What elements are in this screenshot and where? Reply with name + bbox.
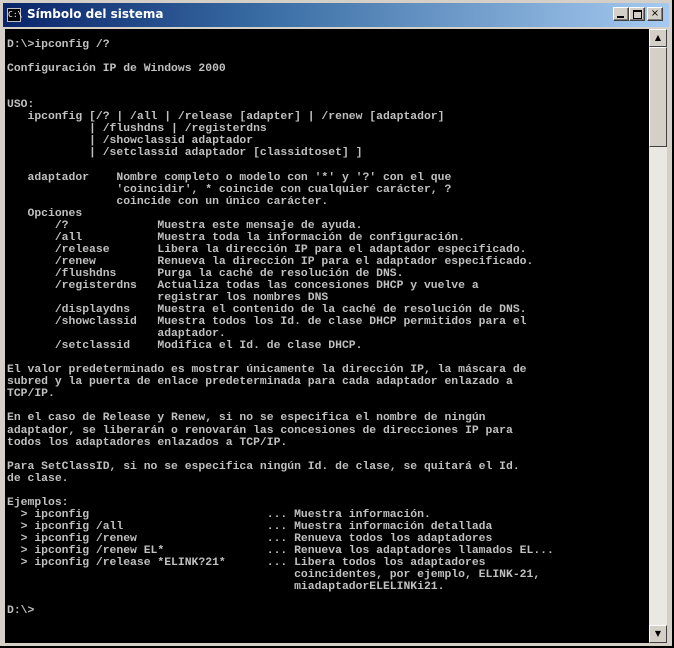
console-line: coincide con un único carácter. bbox=[7, 195, 329, 208]
console-line: Para SetClassID, si no se especifica nin… bbox=[7, 460, 520, 473]
console-line: > ipconfig /all ... Muestra información … bbox=[7, 520, 493, 533]
console-line: Configuración IP de Windows 2000 bbox=[7, 63, 226, 76]
console-line: > ipconfig ... Muestra información. bbox=[7, 508, 431, 521]
console-line: /renew Renueva la dirección IP para el a… bbox=[7, 255, 534, 268]
window-title: Símbolo del sistema bbox=[27, 7, 164, 21]
console-line: Ejemplos: bbox=[7, 496, 69, 509]
scroll-down-button[interactable]: ▼ bbox=[649, 625, 667, 643]
console-line: coincidentes, por ejemplo, ELINK-21, bbox=[7, 569, 541, 582]
console-line: subred y la puerta de enlace predetermin… bbox=[7, 376, 513, 389]
maximize-button[interactable] bbox=[629, 7, 645, 21]
console-line: /? Muestra este mensaje de ayuda. bbox=[7, 219, 363, 232]
console-line: > ipconfig /renew ... Renueva todos los … bbox=[7, 532, 493, 545]
console-line: /showclassid Muestra todos los Id. de cl… bbox=[7, 316, 527, 329]
console-line: de clase. bbox=[7, 472, 69, 485]
console-window: C:\ Símbolo del sistema × D:\>ipconfig /… bbox=[0, 0, 672, 646]
console-line: > ipconfig /release *ELINK?21* ... Liber… bbox=[7, 557, 486, 570]
console-line: > ipconfig /renew EL* ... Renueva los ad… bbox=[7, 544, 554, 557]
vertical-scrollbar[interactable]: ▲ ▼ bbox=[649, 29, 667, 643]
console-line: D:\> bbox=[7, 605, 35, 618]
title-bar[interactable]: C:\ Símbolo del sistema × bbox=[3, 3, 669, 27]
console-line: todos los adaptadores enlazados a TCP/IP… bbox=[7, 436, 288, 449]
console-output[interactable]: D:\>ipconfig /? Configuración IP de Wind… bbox=[5, 29, 649, 643]
console-line: Opciones bbox=[7, 207, 83, 220]
console-line: /registerdns Actualiza todas las concesi… bbox=[7, 279, 479, 292]
close-icon: × bbox=[650, 8, 660, 19]
console-line: 'coincidir', * coincide con cualquier ca… bbox=[7, 183, 452, 196]
maximize-icon bbox=[633, 10, 642, 19]
console-line: USO: bbox=[7, 99, 35, 112]
console-line: El valor predeterminado es mostrar única… bbox=[7, 364, 527, 377]
console-text: D:\>ipconfig /? Configuración IP de Wind… bbox=[5, 29, 649, 617]
scroll-thumb[interactable] bbox=[649, 47, 667, 147]
console-line: /setclassid Modifica el Id. de clase DHC… bbox=[7, 340, 363, 353]
console-line: ipconfig [/? | /all | /release [adapter]… bbox=[7, 111, 445, 124]
console-line: | /flushdns | /registerdns bbox=[7, 123, 267, 136]
minimize-icon bbox=[617, 16, 624, 18]
console-line: En el caso de Release y Renew, si no se … bbox=[7, 412, 486, 425]
console-line: /release Libera la dirección IP para el … bbox=[7, 243, 527, 256]
arrow-up-icon: ▲ bbox=[654, 33, 662, 42]
arrow-down-icon: ▼ bbox=[654, 629, 662, 638]
console-line: /displaydns Muestra el contenido de la c… bbox=[7, 304, 527, 317]
minimize-button[interactable] bbox=[613, 7, 629, 21]
close-button[interactable]: × bbox=[647, 7, 663, 21]
console-line: miadaptadorELELINKi21. bbox=[7, 581, 445, 594]
command-prompt-icon[interactable]: C:\ bbox=[7, 8, 22, 22]
console-line: adaptador Nombre completo o modelo con '… bbox=[7, 171, 452, 184]
console-line: adaptador, se liberarán o renovarán las … bbox=[7, 424, 513, 437]
scroll-up-button[interactable]: ▲ bbox=[649, 29, 667, 47]
console-line: /all Muestra toda la información de conf… bbox=[7, 231, 465, 244]
console-line: | /showclassid adaptador bbox=[7, 135, 254, 148]
console-line: /flushdns Purga la caché de resolución d… bbox=[7, 267, 404, 280]
console-line: TCP/IP. bbox=[7, 388, 55, 401]
console-line: registrar los nombres DNS bbox=[7, 291, 329, 304]
console-line: adaptador. bbox=[7, 328, 226, 341]
console-line: | /setclassid adaptador [classidtoset] ] bbox=[7, 147, 363, 160]
console-line: D:\>ipconfig /? bbox=[7, 39, 110, 51]
